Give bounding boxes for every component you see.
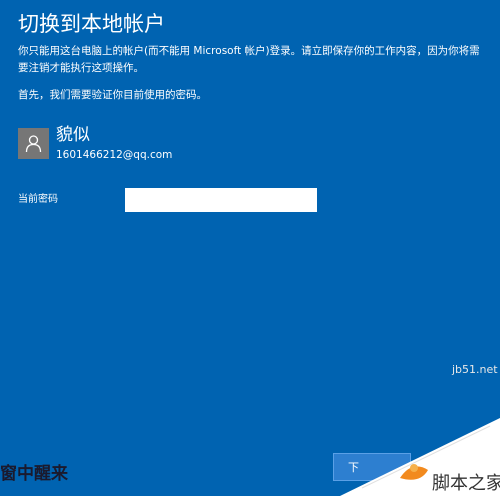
watermark-left: 窗中醒来: [0, 464, 68, 484]
dialog-title: 切换到本地帐户: [18, 12, 165, 36]
avatar: [18, 128, 49, 159]
dialog-description: 你只能用这台电脑上的帐户(而不能用 Microsoft 帐户)登录。请立即保存你…: [18, 45, 480, 74]
password-label: 当前密码: [18, 194, 58, 205]
account-name: 貌似: [56, 125, 90, 145]
verify-instruction: 首先，我们需要验证你目前使用的密码。: [18, 89, 207, 101]
watermark-site-url: jb51.net: [452, 363, 498, 376]
watermark-corner-logo: 脚本之家: [340, 418, 500, 496]
current-password-input[interactable]: [125, 188, 317, 212]
person-icon: [25, 135, 42, 153]
watermark-site-name: 脚本之家: [432, 473, 500, 494]
account-email: 1601466212@qq.com: [56, 149, 173, 161]
